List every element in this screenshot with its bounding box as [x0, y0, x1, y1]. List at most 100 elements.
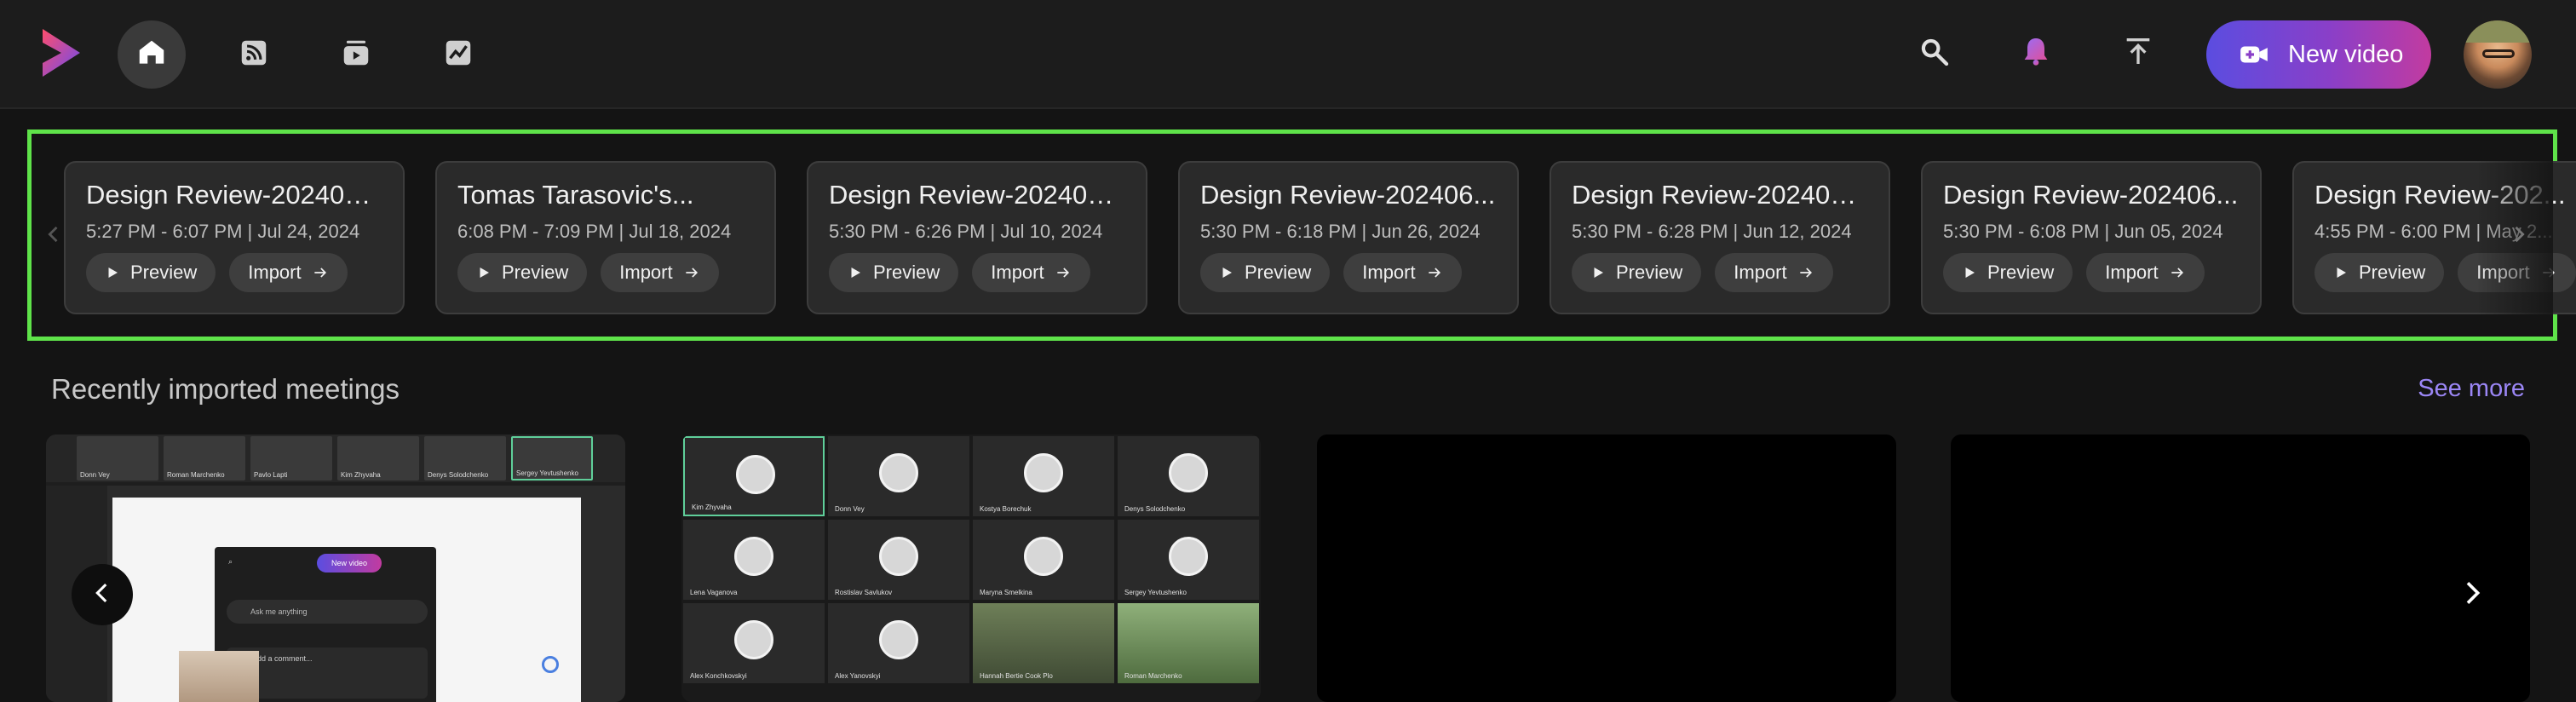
- arrow-right-icon: [1055, 264, 1072, 281]
- avatar: [1169, 537, 1208, 576]
- participant-tile: Kim Zhyvaha: [683, 436, 825, 516]
- meeting-time: 5:30 PM - 6:26 PM | Jul 10, 2024: [829, 221, 1103, 242]
- play-icon: [105, 265, 120, 280]
- meeting-time: 5:30 PM - 6:28 PM | Jun 12, 2024: [1572, 221, 1852, 242]
- screen-share: ⌕ New video Ask me anything Add a commen…: [46, 486, 625, 702]
- chevron-right-icon: [2455, 582, 2489, 613]
- meeting-card[interactable]: Design Review-2024061... 5:30 PM - 6:28 P…: [1550, 161, 1890, 314]
- see-more-link[interactable]: See more: [2418, 375, 2525, 403]
- section-title: Recently imported meetings: [51, 373, 400, 405]
- search-icon: ⌕: [228, 557, 233, 566]
- meeting-title: Design Review-202406...: [1200, 180, 1496, 210]
- home-icon: [135, 37, 168, 73]
- meeting-title: Design Review-202406...: [1943, 180, 2239, 210]
- chevron-left-icon: [88, 578, 117, 612]
- preview-button[interactable]: Preview: [1572, 253, 1702, 292]
- notifications-button[interactable]: [2015, 32, 2056, 73]
- avatar: [1169, 453, 1208, 492]
- preview-button[interactable]: Preview: [86, 253, 216, 292]
- avatar: [1024, 537, 1063, 576]
- participants-strip: Donn Vey Roman Marchenko Pavlo Lapti Kim Zh…: [46, 434, 625, 482]
- nav-home-button[interactable]: [118, 20, 186, 89]
- ask-field: Ask me anything: [227, 600, 428, 624]
- meeting-thumbnail[interactable]: Kim Zhyvaha Donn Vey Kostya Borechuk Denys …: [681, 434, 1261, 702]
- nav-library-button[interactable]: [322, 20, 390, 89]
- participant-tile: Donn Vey: [77, 436, 158, 480]
- participant-tile: Roman Marchenko: [164, 436, 245, 480]
- video-library-icon: [340, 37, 372, 73]
- meeting-time: 6:08 PM - 7:09 PM | Jul 18, 2024: [457, 221, 732, 242]
- preview-button[interactable]: Preview: [2314, 253, 2445, 292]
- avatar: [734, 537, 773, 576]
- thumbnail-prev-button[interactable]: [72, 564, 133, 625]
- avatar: [736, 455, 775, 494]
- participant-tile: Sergey Yevtushenko: [511, 436, 593, 480]
- arrow-right-icon: [1426, 264, 1443, 281]
- participant-tile: Sergey Yevtushenko: [1118, 520, 1259, 600]
- participant-tile: Denys Solodchenko: [1118, 436, 1259, 516]
- import-button[interactable]: Import: [1343, 253, 1462, 292]
- new-video-label: New video: [2288, 40, 2404, 68]
- upload-button[interactable]: [2118, 32, 2159, 73]
- preview-button[interactable]: Preview: [1200, 253, 1331, 292]
- search-button[interactable]: [1913, 32, 1954, 73]
- import-button[interactable]: Import: [601, 253, 719, 292]
- video-camera-icon: [2237, 37, 2271, 72]
- strip-prev-button[interactable]: [37, 219, 71, 253]
- play-icon: [2333, 265, 2349, 280]
- thumbnail-next-button[interactable]: [2455, 576, 2489, 614]
- bell-icon: [2019, 34, 2053, 72]
- nav-analytics-button[interactable]: [424, 20, 492, 89]
- meeting-card[interactable]: Design Review-202406... 5:30 PM - 6:08 PM…: [1921, 161, 2262, 314]
- preview-button[interactable]: Preview: [829, 253, 959, 292]
- play-icon: [1590, 265, 1606, 280]
- participant-tile: Pavlo Lapti: [250, 436, 332, 480]
- chevron-right-icon: [2507, 222, 2531, 250]
- arrow-right-icon: [1797, 264, 1814, 281]
- participant-tile: Alex Konchkovskyi: [683, 603, 825, 683]
- meeting-time: 5:30 PM - 6:18 PM | Jun 26, 2024: [1200, 221, 1481, 242]
- participant-tile: Maryna Smelkina: [973, 520, 1114, 600]
- play-icon: [848, 265, 863, 280]
- chevron-left-icon: [42, 222, 66, 250]
- chart-icon: [442, 37, 474, 73]
- avatar: [734, 620, 773, 659]
- arrow-right-icon: [683, 264, 700, 281]
- arrow-right-icon: [2169, 264, 2186, 281]
- import-button[interactable]: Import: [2086, 253, 2205, 292]
- avatar: [879, 453, 918, 492]
- new-video-button[interactable]: New video: [2206, 20, 2431, 89]
- meeting-time: 5:27 PM - 6:07 PM | Jul 24, 2024: [86, 221, 360, 242]
- upcoming-meetings-strip: Design Review-2024072... 5:27 PM - 6:07 P…: [27, 129, 2576, 341]
- app-logo-icon[interactable]: [37, 26, 85, 80]
- meeting-card[interactable]: Design Review-202406... 5:30 PM - 6:18 PM…: [1178, 161, 1519, 314]
- meeting-thumbnail[interactable]: Donn Vey Roman Marchenko Pavlo Lapti Kim Zh…: [46, 434, 625, 702]
- nav-feed-button[interactable]: [220, 20, 288, 89]
- preview-button[interactable]: Preview: [1943, 253, 2073, 292]
- meeting-title: Tomas Tarasovic's...: [457, 180, 694, 210]
- preview-button[interactable]: Preview: [457, 253, 588, 292]
- import-button[interactable]: Import: [1715, 253, 1833, 292]
- search-icon: [1917, 34, 1951, 72]
- participant-tile: Denys Solodchenko: [424, 436, 506, 480]
- meeting-thumbnail[interactable]: [1317, 434, 1896, 702]
- strip-next-button[interactable]: [2502, 219, 2536, 253]
- loading-spinner-icon: [542, 656, 559, 673]
- meeting-card[interactable]: Tomas Tarasovic's... 6:08 PM - 7:09 PM | …: [435, 161, 776, 314]
- participant-tile: Hannah Bertie Cook Plo: [973, 603, 1114, 683]
- meeting-card[interactable]: Design Review-2024071... 5:30 PM - 6:26 P…: [807, 161, 1147, 314]
- meeting-time: 5:30 PM - 6:08 PM | Jun 05, 2024: [1943, 221, 2223, 242]
- participant-tile: Kostya Borechuk: [973, 436, 1114, 516]
- rss-icon: [238, 37, 270, 73]
- import-button[interactable]: Import: [972, 253, 1090, 292]
- play-icon: [1962, 265, 1977, 280]
- import-button[interactable]: Import: [229, 253, 348, 292]
- meeting-card[interactable]: Design Review-2024072... 5:27 PM - 6:07 P…: [64, 161, 405, 314]
- participant-tile: Kim Zhyvaha: [337, 436, 419, 480]
- participant-tile: Lena Vaganova: [683, 520, 825, 600]
- upload-icon: [2121, 34, 2155, 72]
- user-avatar[interactable]: [2464, 20, 2532, 89]
- participant-tile: Alex Yanovskyi: [828, 603, 969, 683]
- participant-tile: Rostislav Savlukov: [828, 520, 969, 600]
- meeting-thumbnail[interactable]: [1951, 434, 2530, 702]
